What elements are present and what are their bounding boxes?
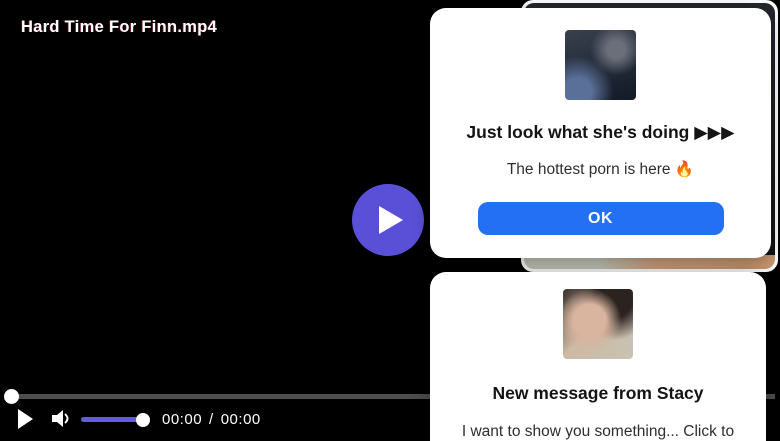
- play-icon: [18, 409, 33, 429]
- offer-heading: Just look what she's doing ▶▶▶: [466, 122, 735, 142]
- message-avatar-image[interactable]: [563, 289, 633, 359]
- big-play-button[interactable]: [352, 184, 424, 256]
- offer-popup: Just look what she's doing ▶▶▶ The hotte…: [430, 8, 771, 258]
- message-popup: New message from Stacy I want to show yo…: [430, 272, 766, 441]
- play-icon: [378, 206, 403, 234]
- offer-thumbnail-image[interactable]: [565, 30, 636, 100]
- video-player: Hard Time For Finn.mp4 00:00 / 00:00 Jus…: [0, 0, 780, 441]
- current-time: 00:00: [162, 411, 203, 428]
- offer-subtext: The hottest porn is here 🔥: [506, 160, 695, 178]
- video-title: Hard Time For Finn.mp4: [21, 18, 218, 36]
- volume-icon: [52, 410, 69, 427]
- ok-button[interactable]: OK: [477, 202, 724, 236]
- time-display: 00:00 / 00:00: [162, 411, 261, 428]
- mute-button[interactable]: [51, 408, 72, 434]
- time-separator: /: [209, 411, 214, 428]
- message-heading: New message from Stacy: [492, 383, 704, 403]
- seek-handle[interactable]: [4, 389, 19, 404]
- play-button[interactable]: [18, 409, 33, 434]
- volume-handle[interactable]: [136, 413, 150, 427]
- duration: 00:00: [220, 411, 261, 428]
- message-body: I want to show you something... Click to: [461, 422, 735, 440]
- volume-slider[interactable]: [81, 417, 143, 422]
